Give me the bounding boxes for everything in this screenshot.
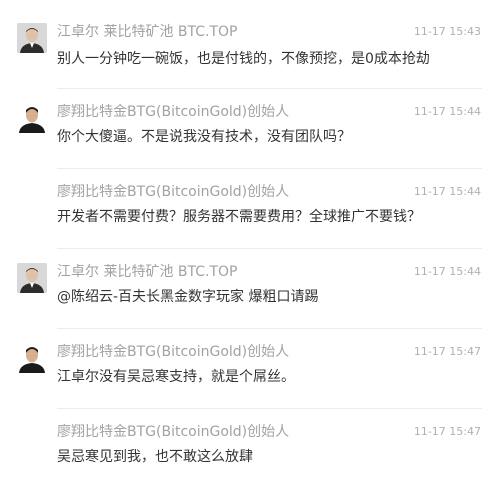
comment-text: 江卓尔没有吴忌寒支持，就是个屌丝。 [57, 369, 295, 385]
comment-item: 廖翔比特金BTG(BitcoinGold)创始人 11-17 15:47 吴忌寒… [0, 408, 498, 478]
person-avatar-icon [17, 23, 47, 53]
avatar[interactable] [17, 23, 47, 53]
divider [57, 248, 482, 249]
comment-author[interactable]: 廖翔比特金BTG(BitcoinGold)创始人 [57, 424, 289, 441]
comment-author[interactable]: 廖翔比特金BTG(BitcoinGold)创始人 [57, 344, 289, 361]
comment-text: 你个大傻逼。不是说我没有技术，没有团队吗？ [57, 129, 351, 145]
comment-author[interactable]: 江卓尔 莱比特矿池 BTC.TOP [57, 24, 237, 41]
comment-item: 廖翔比特金BTG(BitcoinGold)创始人 11-17 15:47 江卓尔… [0, 328, 498, 408]
comment-time: 11-17 15:44 [413, 265, 481, 278]
comment-item: 江卓尔 莱比特矿池 BTC.TOP 11-17 15:43 别人一分钟吃一碗饭，… [0, 8, 498, 88]
comment-author[interactable]: 江卓尔 莱比特矿池 BTC.TOP [57, 264, 237, 281]
comment-text: @陈绍云-百夫长黑金数字玩家 爆粗口请踢 [57, 289, 319, 305]
person-avatar-icon [17, 103, 47, 133]
comment-time: 11-17 15:47 [413, 425, 481, 438]
comment-author[interactable]: 廖翔比特金BTG(BitcoinGold)创始人 [57, 104, 289, 121]
comment-feed: 江卓尔 莱比特矿池 BTC.TOP 11-17 15:43 别人一分钟吃一碗饭，… [0, 0, 498, 478]
divider [57, 168, 482, 169]
comment-time: 11-17 15:47 [413, 345, 481, 358]
person-avatar-icon [17, 263, 47, 293]
comment-time: 11-17 15:44 [413, 185, 481, 198]
person-avatar-icon [17, 343, 47, 373]
comment-text: 别人一分钟吃一碗饭，也是付钱的，不像预挖，是0成本抢劫 [57, 51, 430, 67]
comment-author[interactable]: 廖翔比特金BTG(BitcoinGold)创始人 [57, 184, 289, 201]
comment-item: 江卓尔 莱比特矿池 BTC.TOP 11-17 15:44 @陈绍云-百夫长黑金… [0, 248, 498, 328]
divider [57, 88, 482, 89]
comment-time: 11-17 15:44 [413, 105, 481, 118]
avatar[interactable] [17, 263, 47, 293]
avatar[interactable] [17, 103, 47, 133]
comment-item: 廖翔比特金BTG(BitcoinGold)创始人 11-17 15:44 你个大… [0, 88, 498, 168]
comment-time: 11-17 15:43 [413, 25, 481, 38]
comment-item: 廖翔比特金BTG(BitcoinGold)创始人 11-17 15:44 开发者… [0, 168, 498, 248]
divider [57, 408, 482, 409]
comment-text: 开发者不需要付费？服务器不需要费用？全球推广不要钱？ [57, 209, 421, 225]
divider [57, 328, 482, 329]
avatar[interactable] [17, 343, 47, 373]
comment-text: 吴忌寒见到我，也不敢这么放肆 [57, 449, 253, 465]
